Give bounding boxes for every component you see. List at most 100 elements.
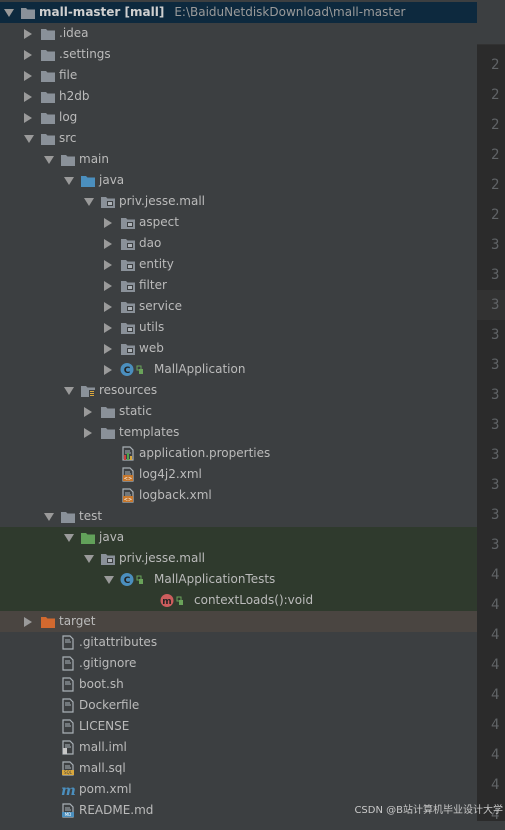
- tree-row-folder-templates[interactable]: templates: [0, 422, 477, 443]
- collapse-right-arrow-icon[interactable]: [24, 92, 32, 102]
- test-folder-icon: [80, 530, 96, 545]
- expand-down-arrow-icon[interactable]: [4, 9, 14, 17]
- line-number: 3: [491, 537, 500, 553]
- file-logback-xml-label: logback.xml: [139, 488, 212, 502]
- tree-row-package-entity[interactable]: entity: [0, 254, 477, 275]
- class-mall-application-tests-label: MallApplicationTests: [154, 572, 276, 586]
- collapse-right-arrow-icon[interactable]: [104, 239, 112, 249]
- expand-down-arrow-icon[interactable]: [64, 387, 74, 395]
- expand-down-arrow-icon[interactable]: [44, 513, 54, 521]
- tree-row-folder-test-java[interactable]: java: [0, 527, 477, 548]
- svg-text:<>: <>: [124, 476, 132, 482]
- folder-test-java-label: java: [99, 530, 125, 544]
- method-context-loads-label: contextLoads():void: [194, 593, 314, 607]
- tree-row-folder-main[interactable]: main: [0, 149, 477, 170]
- tree-row-project-root[interactable]: mall-master [mall] E:\BaiduNetdiskDownloa…: [0, 2, 477, 23]
- collapse-right-arrow-icon[interactable]: [24, 29, 32, 39]
- tree-row-folder-static[interactable]: static: [0, 401, 477, 422]
- tree-row-package-filter[interactable]: filter: [0, 275, 477, 296]
- line-number: 4: [491, 717, 500, 733]
- folder-file-label: file: [59, 68, 78, 82]
- collapse-right-arrow-icon[interactable]: [24, 50, 32, 60]
- line-number: 2: [491, 147, 500, 163]
- collapse-right-arrow-icon[interactable]: [104, 218, 112, 228]
- expand-down-arrow-icon[interactable]: [84, 198, 94, 206]
- class-mall-application-label: MallApplication: [154, 362, 246, 376]
- file-gitignore-label: .gitignore: [79, 656, 137, 670]
- tree-row-folder-idea[interactable]: .idea: [0, 23, 477, 44]
- package-aspect-label: aspect: [139, 215, 179, 229]
- collapse-right-arrow-icon[interactable]: [104, 281, 112, 291]
- tree-row-folder-settings[interactable]: .settings: [0, 44, 477, 65]
- excluded-folder-icon: [40, 614, 56, 629]
- tree-row-folder-test[interactable]: test: [0, 506, 477, 527]
- collapse-right-arrow-icon[interactable]: [104, 260, 112, 270]
- expand-down-arrow-icon[interactable]: [104, 576, 114, 584]
- package-entity-label: entity: [139, 257, 174, 271]
- tree-row-file-license[interactable]: LICENSE: [0, 716, 477, 737]
- collapse-right-arrow-icon[interactable]: [104, 344, 112, 354]
- tree-row-method-context-loads[interactable]: m contextLoads():void: [0, 590, 477, 611]
- expand-down-arrow-icon[interactable]: [24, 135, 34, 143]
- tree-row-package-utils[interactable]: utils: [0, 317, 477, 338]
- tree-row-package-priv-jesse-mall[interactable]: priv.jesse.mall: [0, 191, 477, 212]
- package-dao-label: dao: [139, 236, 162, 250]
- collapse-right-arrow-icon[interactable]: [84, 407, 92, 417]
- expand-down-arrow-icon[interactable]: [44, 156, 54, 164]
- text-file-icon: [60, 635, 76, 650]
- svg-text:C: C: [124, 366, 131, 376]
- package-utils-label: utils: [139, 320, 165, 334]
- collapse-right-arrow-icon[interactable]: [24, 113, 32, 123]
- file-boot-sh-label: boot.sh: [79, 677, 124, 691]
- package-icon: [100, 194, 116, 209]
- folder-test-label: test: [79, 509, 103, 523]
- tree-row-package-test-priv-jesse-mall[interactable]: priv.jesse.mall: [0, 548, 477, 569]
- folder-icon: [100, 404, 116, 419]
- tree-row-package-service[interactable]: service: [0, 296, 477, 317]
- tree-row-folder-target[interactable]: target: [0, 611, 477, 632]
- tree-row-folder-src[interactable]: src: [0, 128, 477, 149]
- tree-row-file-mall-iml[interactable]: mall.iml: [0, 737, 477, 758]
- line-number: 4: [491, 747, 500, 763]
- expand-down-arrow-icon[interactable]: [64, 177, 74, 185]
- svg-text:m: m: [162, 597, 171, 607]
- tree-row-file-mall-sql[interactable]: SQL mall.sql: [0, 758, 477, 779]
- collapse-right-arrow-icon[interactable]: [24, 71, 32, 81]
- resources-folder-icon: [80, 383, 96, 398]
- tree-row-folder-file[interactable]: file: [0, 65, 477, 86]
- line-number: 2: [491, 57, 500, 73]
- tree-row-file-dockerfile[interactable]: Dockerfile: [0, 695, 477, 716]
- folder-static-label: static: [119, 404, 152, 418]
- package-service-label: service: [139, 299, 182, 313]
- tree-row-file-log4j2-xml[interactable]: <> log4j2.xml: [0, 464, 477, 485]
- expand-down-arrow-icon[interactable]: [64, 534, 74, 542]
- tree-row-folder-h2db[interactable]: h2db: [0, 86, 477, 107]
- tree-row-package-web[interactable]: web: [0, 338, 477, 359]
- tree-row-folder-resources[interactable]: resources: [0, 380, 477, 401]
- tree-row-file-boot-sh[interactable]: boot.sh: [0, 674, 477, 695]
- tree-row-folder-main-java[interactable]: java: [0, 170, 477, 191]
- line-number: 2: [491, 87, 500, 103]
- tree-row-package-aspect[interactable]: aspect: [0, 212, 477, 233]
- collapse-right-arrow-icon[interactable]: [104, 323, 112, 333]
- tree-row-class-mall-application[interactable]: C MallApplication: [0, 359, 477, 380]
- collapse-right-arrow-icon[interactable]: [104, 365, 112, 375]
- folder-icon: [60, 152, 76, 167]
- line-number: 4: [491, 597, 500, 613]
- tree-row-file-application-properties[interactable]: application.properties: [0, 443, 477, 464]
- tree-row-package-dao[interactable]: dao: [0, 233, 477, 254]
- iml-file-icon: [60, 740, 76, 755]
- tree-row-file-pom-xml[interactable]: m pom.xml: [0, 779, 477, 800]
- tree-row-file-gitignore[interactable]: .gitignore: [0, 653, 477, 674]
- text-file-icon: [60, 698, 76, 713]
- tree-row-class-mall-application-tests[interactable]: C MallApplicationTests: [0, 569, 477, 590]
- tree-row-folder-log[interactable]: log: [0, 107, 477, 128]
- collapse-right-arrow-icon[interactable]: [104, 302, 112, 312]
- expand-down-arrow-icon[interactable]: [84, 555, 94, 563]
- project-path: E:\BaiduNetdiskDownload\mall-master: [174, 5, 406, 19]
- collapse-right-arrow-icon[interactable]: [24, 617, 32, 627]
- tree-row-file-logback-xml[interactable]: <> logback.xml: [0, 485, 477, 506]
- collapse-right-arrow-icon[interactable]: [84, 428, 92, 438]
- tree-row-file-gitattributes[interactable]: .gitattributes: [0, 632, 477, 653]
- text-file-icon: [60, 656, 76, 671]
